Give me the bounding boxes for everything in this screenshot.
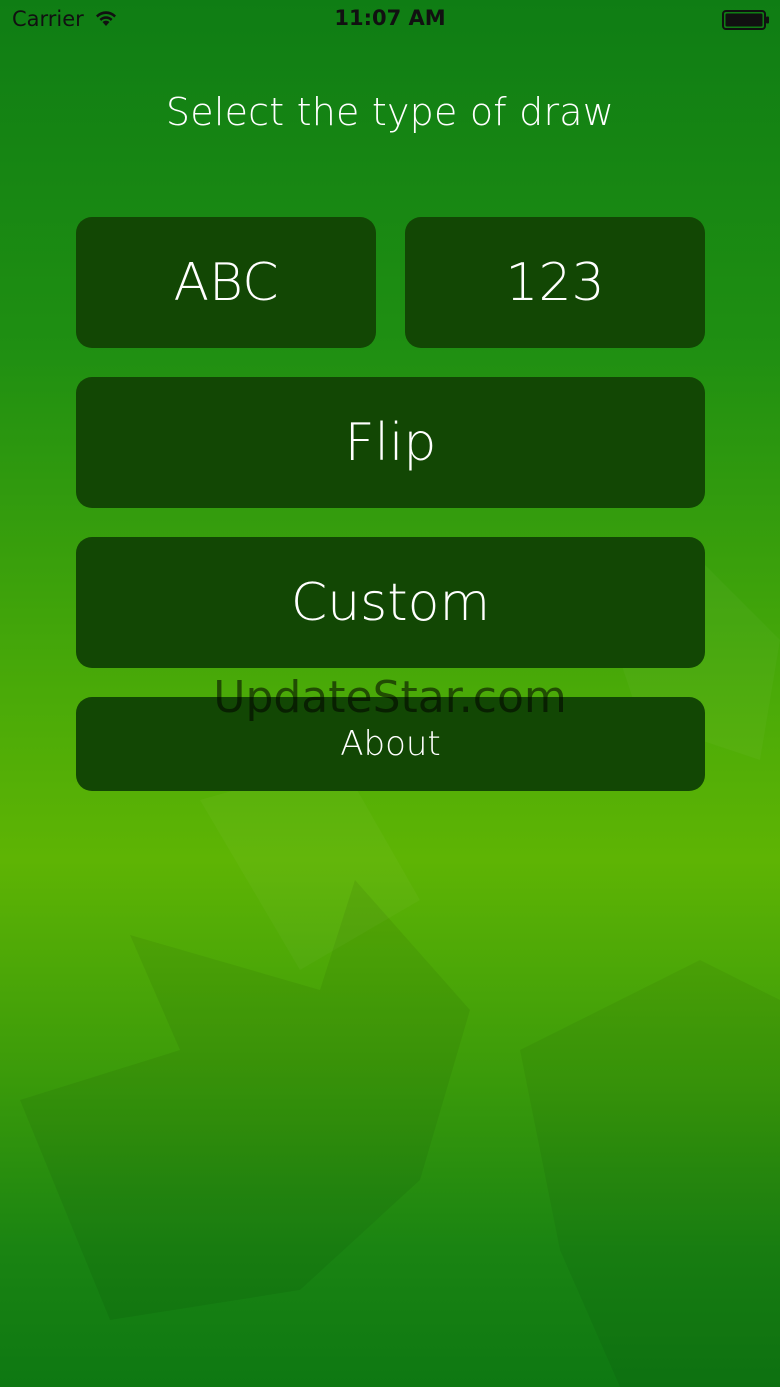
numbers-button[interactable]: 123 [405, 217, 705, 348]
status-bar: Carrier 11:07 AM [0, 0, 780, 40]
abc-button-label: ABC [173, 252, 279, 313]
about-button[interactable]: About [76, 697, 705, 791]
numbers-button-label: 123 [505, 252, 605, 313]
battery-full-icon [722, 10, 769, 30]
custom-button[interactable]: Custom [76, 537, 705, 668]
custom-button-label: Custom [290, 572, 491, 633]
abc-button[interactable]: ABC [76, 217, 376, 348]
about-button-label: About [340, 724, 441, 764]
background-leaf-shape [20, 880, 780, 1387]
page-title: Select the type of draw [165, 90, 615, 134]
flip-button[interactable]: Flip [76, 377, 705, 508]
flip-button-label: Flip [344, 412, 437, 473]
status-time: 11:07 AM [334, 6, 446, 30]
